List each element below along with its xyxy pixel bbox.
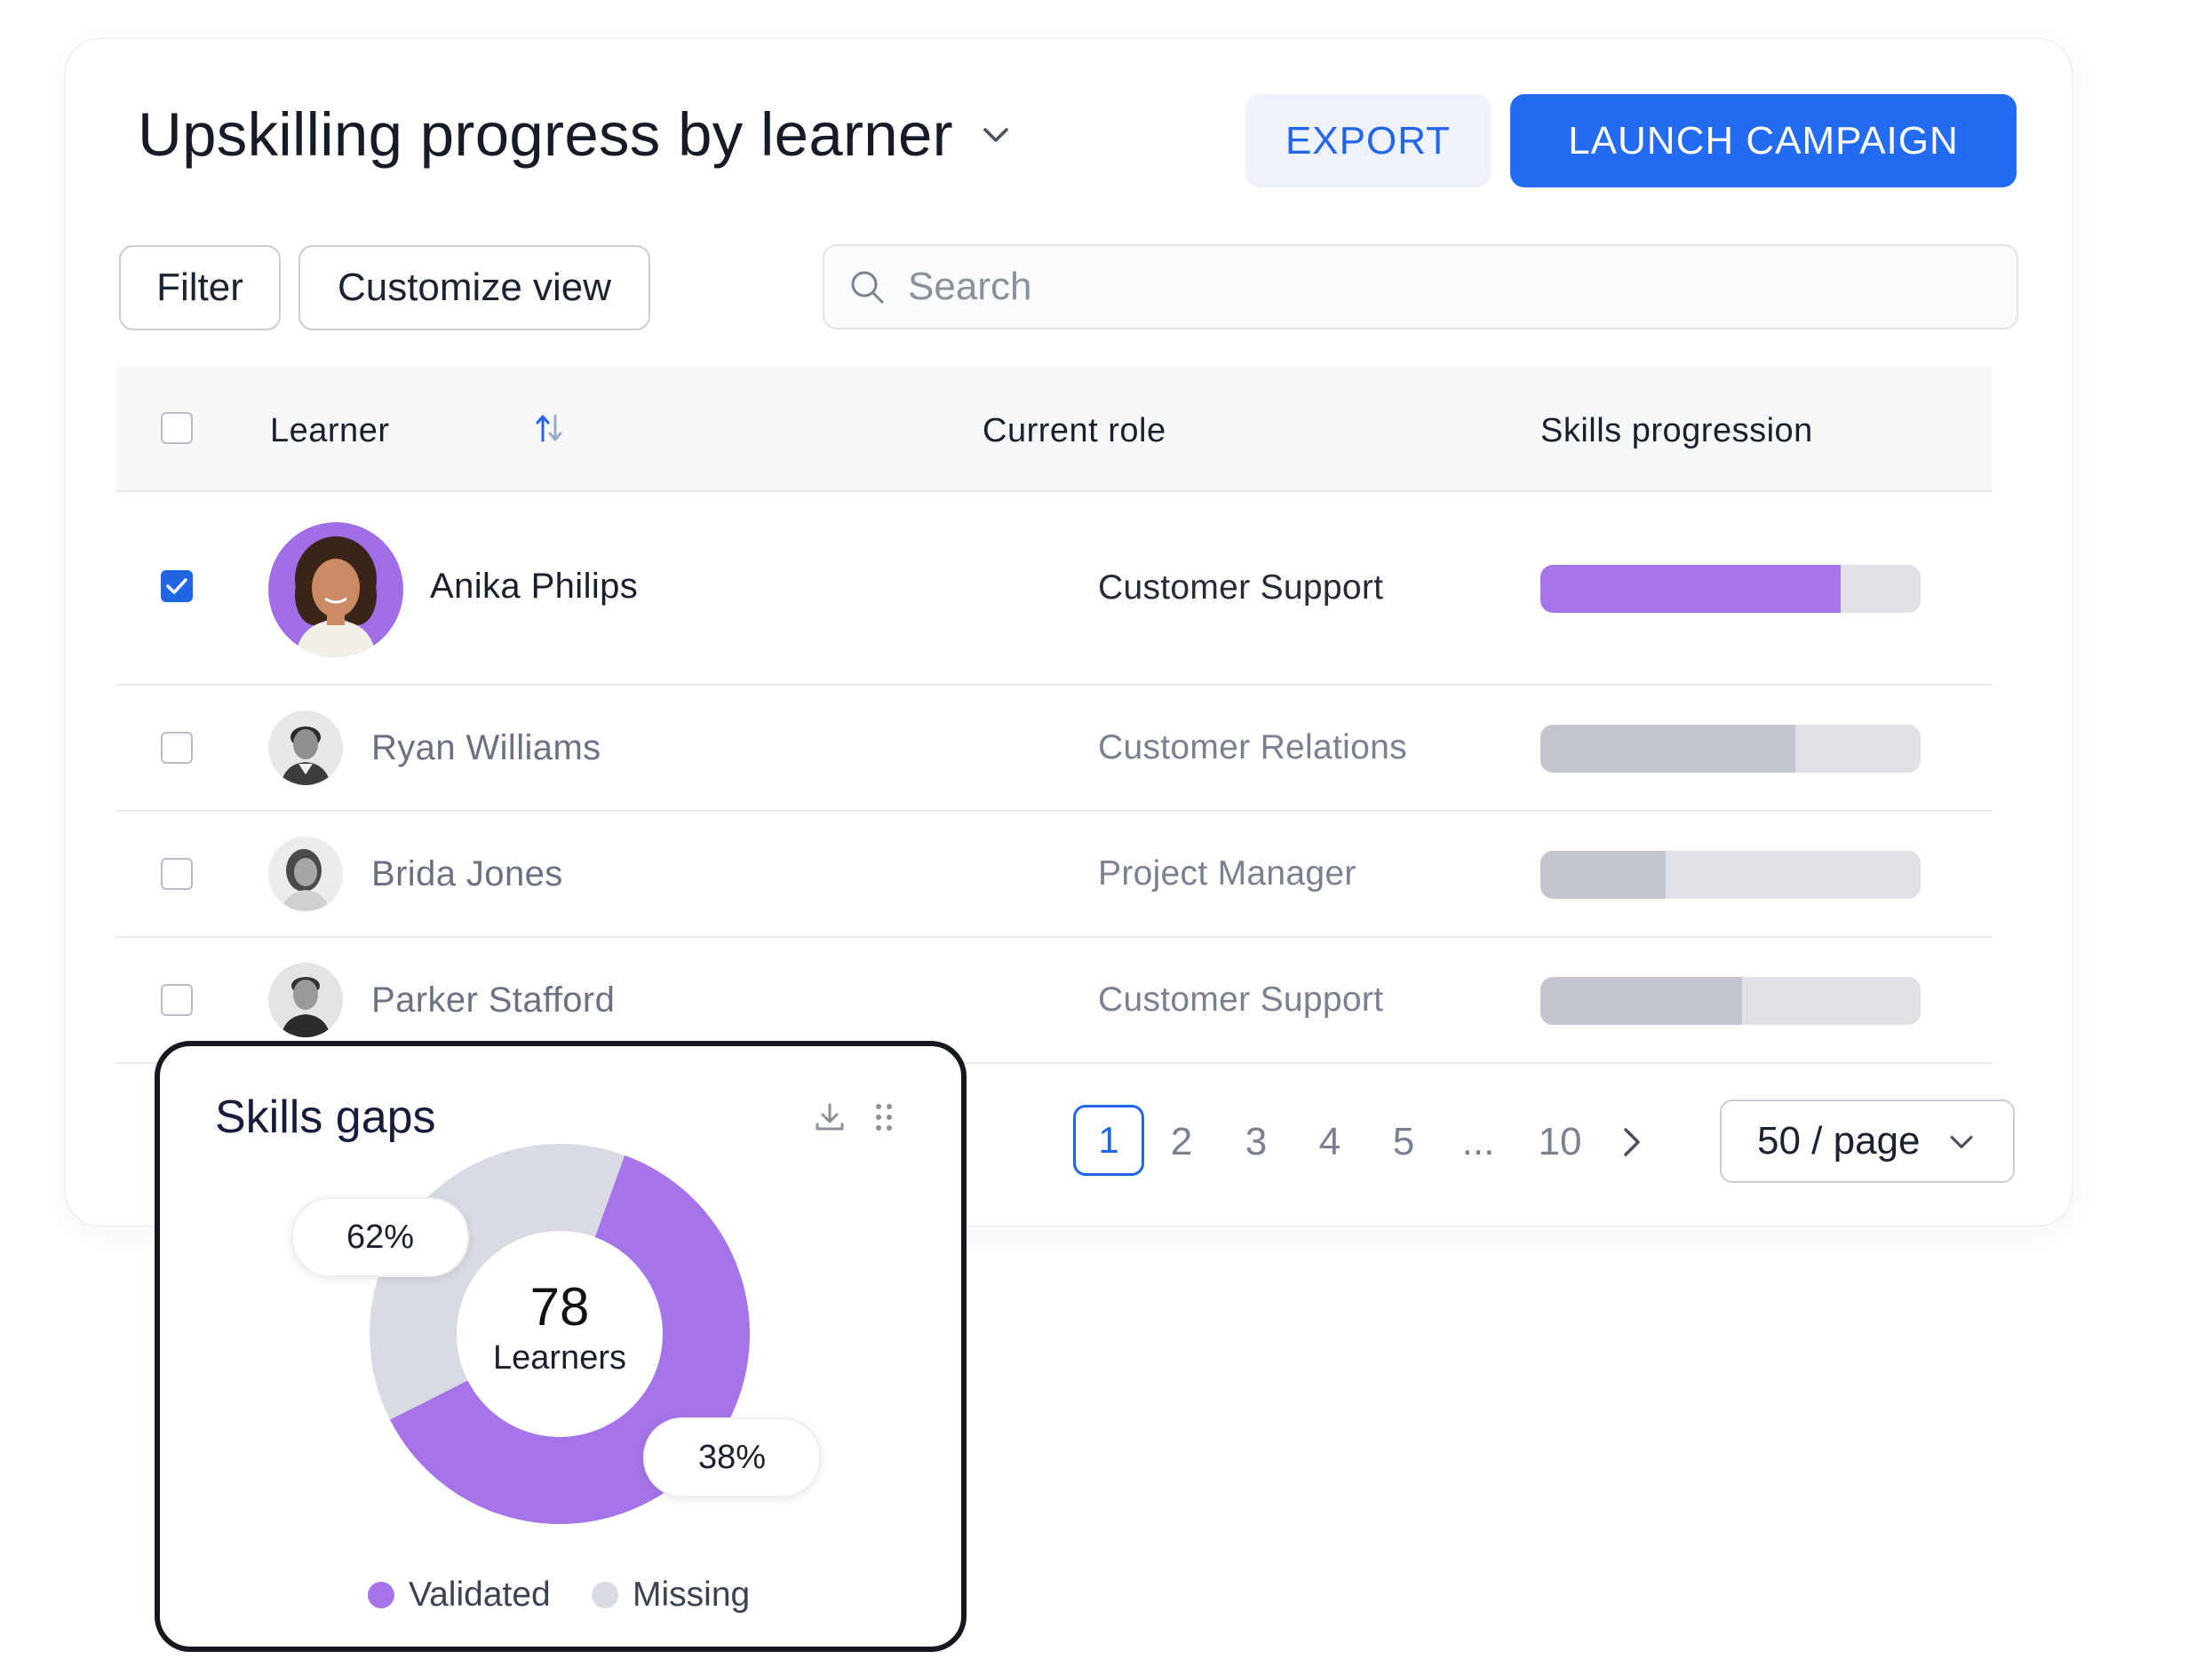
checkmark-icon	[166, 578, 187, 594]
learner-name[interactable]: Ryan Williams	[371, 728, 601, 768]
page-button[interactable]: 10	[1526, 1110, 1594, 1174]
legend-validated: Validated	[368, 1576, 551, 1615]
row-checkbox[interactable]	[161, 984, 193, 1016]
row-checkbox[interactable]	[161, 858, 193, 890]
column-current-role: Current role	[983, 412, 1166, 449]
launch-campaign-button[interactable]: LAUNCH CAMPAIGN	[1510, 94, 2017, 187]
page-button[interactable]: 5	[1377, 1110, 1430, 1174]
table-row[interactable]: Ryan Williams Customer Relations	[115, 686, 1992, 812]
chevron-right-icon[interactable]	[1613, 1124, 1649, 1160]
missing-percent-label: 38%	[643, 1417, 821, 1497]
progress-fill	[1540, 725, 1795, 773]
export-button[interactable]: EXPORT	[1245, 94, 1491, 187]
legend-missing: Missing	[592, 1576, 750, 1615]
validated-percent-label: 62%	[291, 1197, 469, 1277]
legend-label: Validated	[409, 1576, 551, 1614]
table-row[interactable]: Brida Jones Project Manager	[115, 812, 1992, 938]
learner-name[interactable]: Brida Jones	[371, 854, 563, 894]
avatar	[268, 837, 343, 911]
learner-name[interactable]: Anika Philips	[430, 567, 638, 607]
avatar	[268, 963, 343, 1037]
avatar	[268, 522, 403, 657]
page-button-current[interactable]: 1	[1073, 1105, 1144, 1176]
page-button[interactable]: 4	[1303, 1110, 1357, 1174]
per-page-select[interactable]: 50 / page	[1720, 1099, 2015, 1183]
column-learner[interactable]: Learner	[270, 412, 389, 450]
learner-role: Customer Support	[1098, 980, 1384, 1019]
table-row[interactable]: Anika Philips Customer Support	[115, 492, 1992, 686]
page-title: Upskilling progress by learner	[138, 100, 953, 169]
learner-role: Customer Relations	[1098, 728, 1407, 766]
select-all-checkbox[interactable]	[161, 412, 193, 444]
progress-bar	[1540, 725, 1921, 773]
legend-dot-validated	[368, 1582, 394, 1608]
page-ellipsis: ...	[1461, 1120, 1495, 1163]
avatar	[268, 710, 343, 785]
row-checkbox[interactable]	[161, 732, 193, 764]
search-input[interactable]	[906, 264, 1976, 310]
progress-bar	[1540, 565, 1921, 613]
title-row[interactable]: Upskilling progress by learner	[138, 99, 1014, 170]
search-icon	[851, 271, 884, 304]
drag-handle-icon[interactable]	[871, 1099, 897, 1135]
customize-view-button[interactable]: Customize view	[298, 245, 650, 330]
table-header: Learner Current role Skills progression	[115, 366, 1992, 492]
progress-fill	[1540, 851, 1667, 899]
progress-bar	[1540, 977, 1921, 1025]
filter-button[interactable]: Filter	[119, 245, 281, 330]
chevron-down-icon	[1950, 1136, 1973, 1148]
row-checkbox[interactable]	[161, 570, 193, 602]
progress-fill	[1540, 565, 1842, 613]
legend-dot-missing	[592, 1582, 618, 1608]
learner-role: Customer Support	[1098, 568, 1384, 607]
center-value: 78	[529, 1277, 590, 1337]
download-icon[interactable]	[812, 1099, 847, 1135]
search-bar[interactable]	[823, 244, 2018, 329]
page-button[interactable]: 2	[1155, 1110, 1208, 1174]
donut-center: 78 Learners	[453, 1279, 666, 1380]
per-page-value: 50 / page	[1757, 1119, 1921, 1163]
chevron-down-icon[interactable]	[978, 117, 1014, 153]
sort-icon[interactable]	[533, 410, 565, 446]
column-skills-progression: Skills progression	[1540, 412, 1813, 449]
learner-role: Project Manager	[1098, 854, 1357, 893]
learner-name[interactable]: Parker Stafford	[371, 980, 615, 1020]
page-button[interactable]: 3	[1229, 1110, 1283, 1174]
center-label: Learners	[493, 1339, 626, 1377]
progress-fill	[1540, 977, 1742, 1025]
legend-label: Missing	[633, 1576, 751, 1614]
progress-bar	[1540, 851, 1921, 899]
